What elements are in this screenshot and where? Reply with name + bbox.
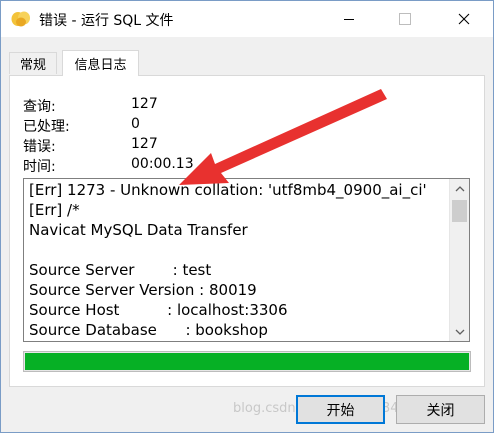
close-button[interactable]: 关闭 bbox=[396, 395, 485, 424]
tab-info-log[interactable]: 信息日志 bbox=[62, 50, 139, 76]
log-line: Source Database : bookshop bbox=[29, 321, 268, 339]
progress-bar bbox=[23, 351, 471, 372]
start-button[interactable]: 开始 bbox=[296, 395, 385, 424]
scroll-thumb[interactable] bbox=[452, 200, 467, 222]
log-line: [Err] /* bbox=[29, 201, 80, 219]
log-text-area[interactable]: [Err] 1273 - Unknown collation: 'utf8mb4… bbox=[23, 178, 470, 342]
errors-value: 127 bbox=[131, 136, 158, 152]
errors-label: 错误: bbox=[23, 139, 56, 155]
error-run-sql-dialog: 错误 - 运行 SQL 文件 常规 信息日志 查询: 127 已处理: 0 错误… bbox=[0, 0, 494, 433]
log-scrollbar[interactable] bbox=[449, 179, 469, 341]
window-title: 错误 - 运行 SQL 文件 bbox=[39, 13, 174, 29]
progress-fill bbox=[25, 353, 469, 370]
maximize-icon bbox=[399, 13, 411, 25]
queries-label: 查询: bbox=[23, 99, 56, 115]
scroll-down-button[interactable] bbox=[450, 323, 469, 340]
time-value: 00:00.13 bbox=[131, 156, 194, 172]
minimize-button[interactable] bbox=[326, 1, 372, 37]
log-line: [Err] 1273 - Unknown collation: 'utf8mb4… bbox=[29, 181, 427, 199]
log-line: Source Server Version : 80019 bbox=[29, 281, 257, 299]
chevron-down-icon bbox=[455, 329, 464, 335]
queries-value: 127 bbox=[131, 96, 158, 112]
close-icon bbox=[458, 13, 470, 25]
tab-general[interactable]: 常规 bbox=[9, 52, 57, 74]
log-line: Source Server : test bbox=[29, 261, 212, 279]
log-line: Source Host : localhost:3306 bbox=[29, 301, 288, 319]
log-line: Navicat MySQL Data Transfer bbox=[29, 221, 248, 239]
title-bar[interactable]: 错误 - 运行 SQL 文件 bbox=[1, 1, 493, 37]
close-window-button[interactable] bbox=[441, 1, 487, 37]
processed-value: 0 bbox=[131, 116, 140, 132]
navicat-app-icon bbox=[11, 11, 30, 27]
processed-label: 已处理: bbox=[23, 119, 70, 135]
time-label: 时间: bbox=[23, 159, 56, 175]
minimize-icon bbox=[344, 19, 354, 20]
scroll-up-button[interactable] bbox=[450, 180, 469, 197]
maximize-button[interactable] bbox=[382, 1, 428, 37]
chevron-up-icon bbox=[455, 185, 464, 191]
